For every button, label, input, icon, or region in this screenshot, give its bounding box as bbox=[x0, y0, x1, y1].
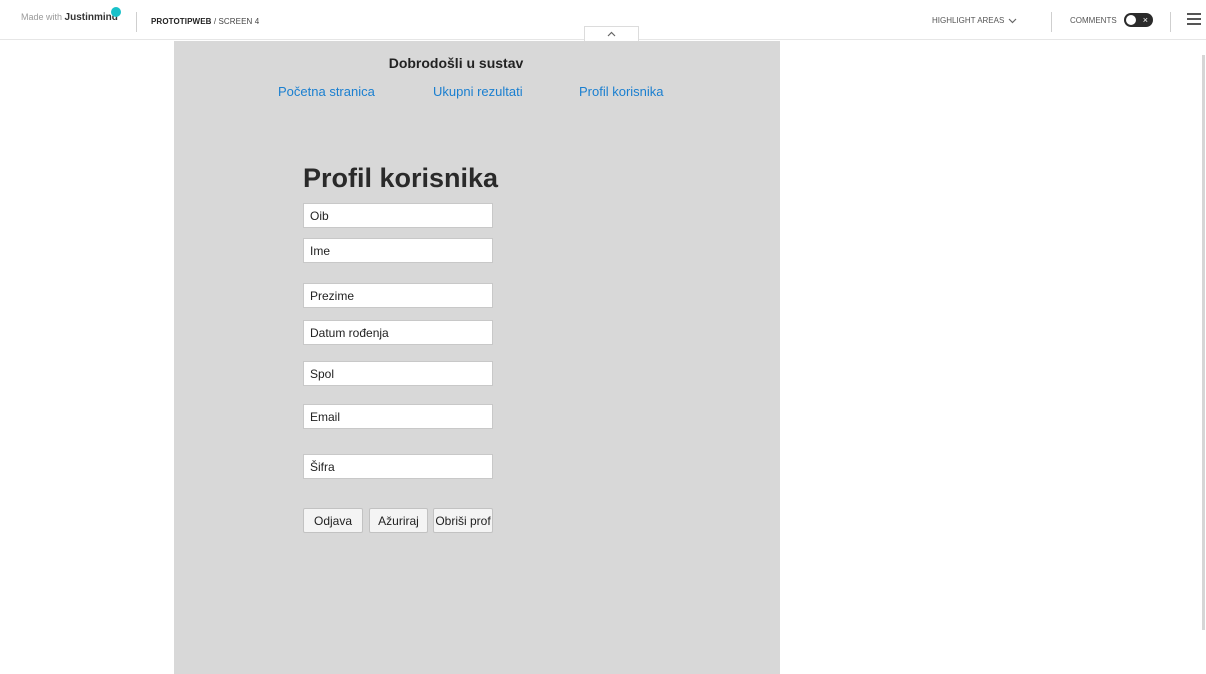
divider bbox=[1051, 12, 1052, 32]
divider bbox=[1170, 12, 1171, 32]
datum-rodenja-field[interactable] bbox=[303, 320, 493, 345]
breadcrumb: PROTOTIPWEB / SCREEN 4 bbox=[151, 17, 259, 26]
ime-field[interactable] bbox=[303, 238, 493, 263]
nav-link-profil-korisnika[interactable]: Profil korisnika bbox=[579, 84, 664, 99]
highlight-areas-dropdown[interactable]: HIGHLIGHT AREAS bbox=[932, 16, 1017, 25]
highlight-areas-label: HIGHLIGHT AREAS bbox=[932, 16, 1005, 25]
brand-dot-icon bbox=[111, 7, 121, 17]
viewer-toolbar: Made with Justinmind PROTOTIPWEB / SCREE… bbox=[0, 0, 1206, 41]
collapse-toolbar-button[interactable] bbox=[584, 26, 639, 41]
delete-profile-button[interactable]: Obriši prof bbox=[433, 508, 493, 533]
update-button[interactable]: Ažuriraj bbox=[369, 508, 428, 533]
nav-link-ukupni-rezultati[interactable]: Ukupni rezultati bbox=[433, 84, 523, 99]
prezime-field[interactable] bbox=[303, 283, 493, 308]
close-icon: × bbox=[1142, 15, 1148, 25]
breadcrumb-screen: SCREEN 4 bbox=[218, 17, 260, 26]
logout-button[interactable]: Odjava bbox=[303, 508, 363, 533]
welcome-heading: Dobrodošli u sustav bbox=[388, 55, 524, 71]
toggle-knob bbox=[1126, 15, 1136, 25]
divider bbox=[136, 12, 137, 32]
page-title: Profil korisnika bbox=[303, 163, 499, 193]
breadcrumb-project: PROTOTIPWEB bbox=[151, 17, 212, 26]
spol-field[interactable] bbox=[303, 361, 493, 386]
chevron-up-icon bbox=[607, 31, 616, 37]
made-with-logo[interactable]: Made with Justinmind bbox=[21, 12, 118, 23]
comments-toggle[interactable]: × bbox=[1124, 13, 1153, 27]
vertical-scrollbar[interactable] bbox=[1202, 55, 1205, 630]
brand-name: Justinmind bbox=[64, 12, 118, 23]
brand-prefix: Made with bbox=[21, 12, 65, 22]
prototype-screen: Dobrodošli u sustav Početna stranica Uku… bbox=[174, 41, 780, 674]
sifra-field[interactable] bbox=[303, 454, 493, 479]
chevron-down-icon bbox=[1008, 18, 1017, 23]
oib-field[interactable] bbox=[303, 203, 493, 228]
email-field[interactable] bbox=[303, 404, 493, 429]
nav-link-pocetna-stranica[interactable]: Početna stranica bbox=[278, 84, 375, 99]
comments-label: COMMENTS bbox=[1070, 16, 1117, 25]
hamburger-menu-icon[interactable] bbox=[1187, 13, 1201, 25]
